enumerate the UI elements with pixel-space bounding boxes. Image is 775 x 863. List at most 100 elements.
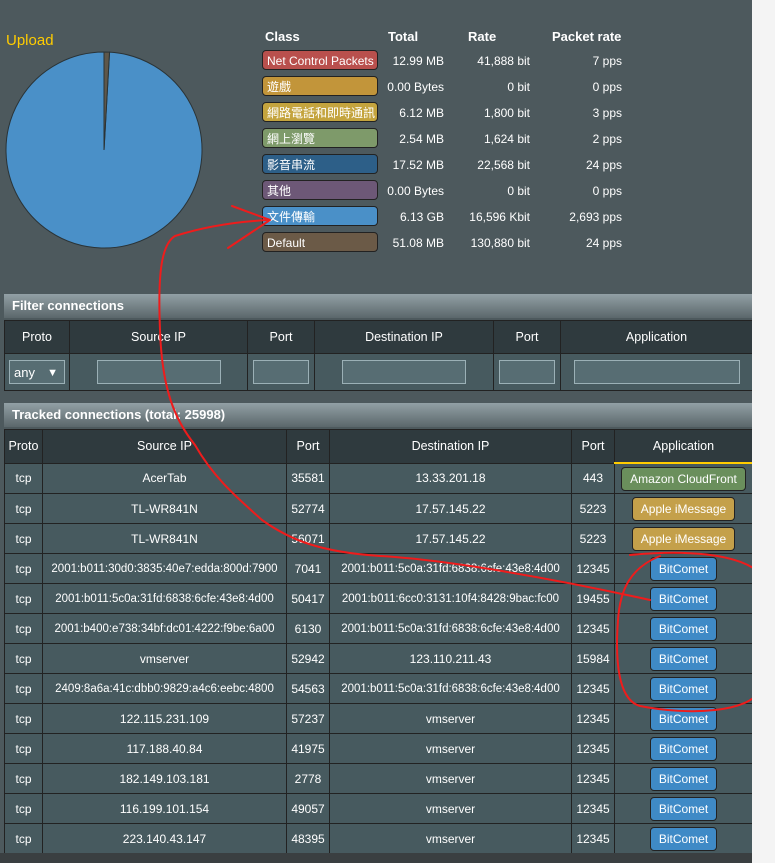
application-filter-cell: [560, 353, 753, 391]
cell-destination-port: 5223: [571, 523, 615, 554]
cell-destination-ip: 17.57.145.22: [329, 523, 572, 554]
class-total: 2.54 MB: [399, 132, 444, 146]
cell-destination-ip: vmserver: [329, 733, 572, 764]
application-badge[interactable]: BitComet: [649, 736, 718, 761]
cell-source-ip: 223.140.43.147: [42, 823, 287, 854]
tracked-col-application[interactable]: Application: [614, 429, 753, 464]
cell-proto: tcp: [4, 523, 43, 554]
proto-select-value: any: [14, 365, 35, 380]
stats-row: 文件傳輸 6.13 GB 16,596 Kbit 2,693 pps: [262, 204, 632, 230]
filter-input-row: any ▼: [4, 353, 753, 391]
cell-proto: tcp: [4, 493, 43, 524]
tracked-col-port2: Port: [571, 429, 615, 464]
cell-proto: tcp: [4, 643, 43, 674]
tracked-col-port: Port: [286, 429, 330, 464]
application-badge[interactable]: BitComet: [649, 676, 718, 701]
cell-destination-port: 12345: [571, 763, 615, 794]
cell-destination-ip: vmserver: [329, 823, 572, 854]
cell-source-ip: 2001:b011:30d0:3835:40e7:edda:800d:7900: [42, 553, 287, 584]
cell-source-port: 7041: [286, 553, 330, 584]
cell-destination-port: 5223: [571, 493, 615, 524]
cell-destination-port: 19455: [571, 583, 615, 614]
page-edge: [752, 0, 775, 863]
cell-destination-ip: 123.110.211.43: [329, 643, 572, 674]
class-packet-rate: 24 pps: [585, 158, 622, 172]
cell-source-port: 57237: [286, 703, 330, 734]
class-label: 文件傳輸: [262, 206, 378, 226]
cell-destination-port: 12345: [571, 793, 615, 824]
destination-port-filter-input[interactable]: [499, 360, 555, 384]
class-label: 遊戲: [262, 76, 378, 96]
source-ip-filter-input[interactable]: [96, 360, 221, 384]
stats-row: 其他 0.00 Bytes 0 bit 0 pps: [262, 178, 632, 204]
cell-destination-ip: vmserver: [329, 763, 572, 794]
col-packet-rate: Packet rate: [552, 29, 622, 44]
application-badge[interactable]: Apple iMessage: [631, 496, 736, 521]
cell-destination-port: 15984: [571, 643, 615, 674]
application-badge[interactable]: Apple iMessage: [631, 526, 736, 551]
table-row: tcp vmserver 52942 123.110.211.43 15984 BitCo…: [4, 643, 753, 674]
cell-source-ip: 2001:b400:e738:34bf:dc01:4222:f9be:6a00: [42, 613, 287, 644]
cell-destination-port: 12345: [571, 703, 615, 734]
col-total: Total: [388, 29, 419, 44]
cell-proto: tcp: [4, 583, 43, 614]
application-badge[interactable]: BitComet: [649, 766, 718, 791]
cell-source-ip: 122.115.231.109: [42, 703, 287, 734]
cell-proto: tcp: [4, 823, 43, 854]
cell-source-ip: 116.199.101.154: [42, 793, 287, 824]
tracked-col-destination-ip: Destination IP: [329, 429, 572, 464]
application-badge[interactable]: BitComet: [649, 706, 718, 731]
application-badge[interactable]: BitComet: [649, 796, 718, 821]
application-badge[interactable]: Amazon CloudFront: [621, 466, 746, 491]
cell-application: BitComet: [614, 763, 753, 794]
application-filter-input[interactable]: [573, 360, 740, 384]
port2-filter-cell: [493, 353, 561, 391]
tracked-title: Tracked connections (total: 25998): [4, 403, 752, 427]
cell-source-ip: 117.188.40.84: [42, 733, 287, 764]
class-label: Default: [262, 232, 378, 252]
port-filter-cell: [247, 353, 315, 391]
class-total: 51.08 MB: [392, 236, 444, 250]
cell-proto: tcp: [4, 673, 43, 704]
class-stats: Class Total Rate Packet rate Net Control…: [262, 26, 632, 256]
table-row: tcp 182.149.103.181 2778 vmserver 12345 BitCo…: [4, 763, 753, 794]
tracked-header-row: Proto Source IP Port Destination IP Port…: [4, 429, 753, 464]
cell-proto: tcp: [4, 793, 43, 824]
destination-ip-filter-cell: [314, 353, 494, 391]
source-port-filter-input[interactable]: [253, 360, 309, 384]
cell-destination-port: 12345: [571, 553, 615, 584]
stats-row: 影音串流 17.52 MB 22,568 bit 24 pps: [262, 152, 632, 178]
class-label: Net Control Packets: [262, 50, 378, 70]
filter-col-destination-ip: Destination IP: [314, 320, 494, 354]
class-label: 網路電話和即時通訊: [262, 102, 378, 122]
stats-rows: Net Control Packets 12.99 MB 41,888 bit 7 p…: [262, 48, 632, 256]
cell-application: BitComet: [614, 703, 753, 734]
class-total: 17.52 MB: [392, 158, 444, 172]
proto-select[interactable]: any ▼: [9, 360, 65, 384]
application-badge[interactable]: BitComet: [649, 556, 718, 581]
application-badge[interactable]: BitComet: [649, 826, 718, 851]
destination-ip-filter-input[interactable]: [342, 360, 466, 384]
stats-header: Class Total Rate Packet rate: [262, 26, 632, 48]
bottom-bar: [0, 853, 752, 863]
cell-destination-ip: 2001:b011:5c0a:31fd:6838:6cfe:43e8:4d00: [329, 673, 572, 704]
cell-proto: tcp: [4, 613, 43, 644]
class-packet-rate: 2,693 pps: [569, 210, 622, 224]
application-badge[interactable]: BitComet: [649, 586, 718, 611]
stats-row: 網上瀏覽 2.54 MB 1,624 bit 2 pps: [262, 126, 632, 152]
cell-destination-ip: 13.33.201.18: [329, 462, 572, 494]
application-badge[interactable]: BitComet: [649, 616, 718, 641]
class-packet-rate: 3 pps: [592, 106, 622, 120]
cell-application: BitComet: [614, 583, 753, 614]
cell-proto: tcp: [4, 733, 43, 764]
application-badge[interactable]: BitComet: [649, 646, 718, 671]
cell-source-port: 54563: [286, 673, 330, 704]
cell-application: Apple iMessage: [614, 493, 753, 524]
cell-application: BitComet: [614, 553, 753, 584]
table-row: tcp 2001:b011:30d0:3835:40e7:edda:800d:79…: [4, 553, 753, 584]
upload-pie-chart: [5, 51, 203, 249]
filter-col-port: Port: [247, 320, 315, 354]
class-packet-rate: 7 pps: [592, 54, 622, 68]
class-rate: 22,568 bit: [477, 158, 530, 172]
filter-col-application: Application: [560, 320, 753, 354]
